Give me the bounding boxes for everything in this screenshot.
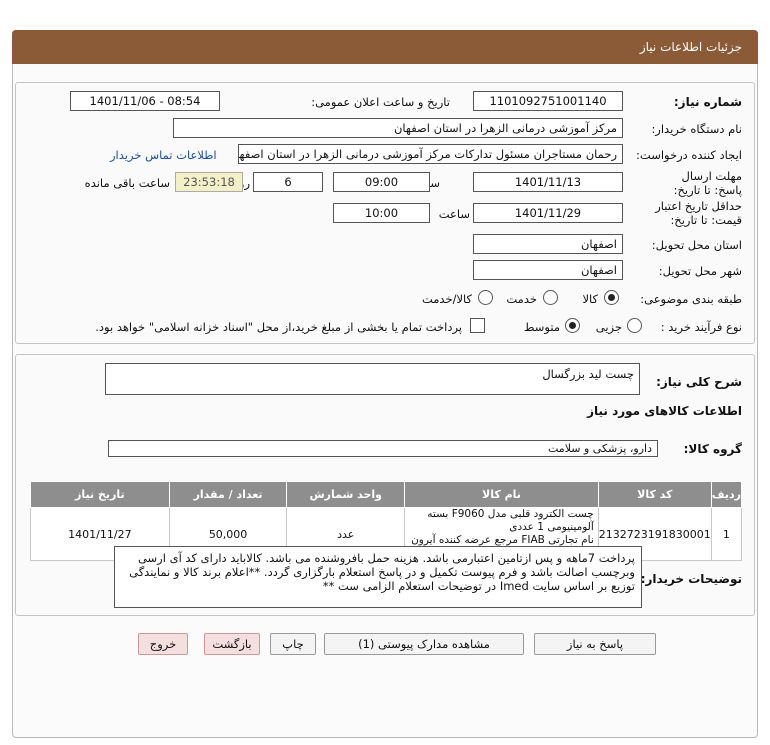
- col-name: نام کالا: [404, 481, 599, 508]
- goods-group-label: گروه کالا:: [683, 442, 742, 456]
- treasury-payment-checkbox[interactable]: [470, 318, 485, 333]
- cell-index: 1: [710, 507, 743, 561]
- category-radio-service[interactable]: [543, 290, 558, 305]
- validity-time-field: 10:00: [333, 203, 430, 223]
- city-field: اصفهان: [473, 260, 623, 280]
- announce-label: تاریخ و ساعت اعلان عمومی:: [311, 95, 450, 109]
- deadline-date-field: 1401/11/13: [473, 172, 623, 192]
- print-button[interactable]: چاپ: [270, 633, 316, 655]
- buyer-notes-field: پرداخت 7ماهه و پس ازتامین اعتبارمی باشد.…: [114, 546, 642, 608]
- category-radio-goods[interactable]: [604, 290, 619, 305]
- reply-button[interactable]: پاسخ به نیاز: [534, 633, 656, 655]
- validity-label-text: حداقل تاریخ اعتبار قیمت: تا تاریخ:: [655, 199, 742, 227]
- goods-group-field: دارو، پزشکی و سلامت: [108, 440, 658, 457]
- category-option-goods: کالا: [582, 292, 598, 306]
- category-radio-goods-service[interactable]: [478, 290, 493, 305]
- attachments-button[interactable]: مشاهده مدارک پیوستی (1): [324, 633, 524, 655]
- buyer-notes-label: توضیحات خریدار:: [640, 572, 742, 586]
- purchase-option-medium: متوسط: [523, 320, 560, 334]
- col-qty: تعداد / مقدار: [168, 481, 288, 508]
- validity-time-label: ساعت: [438, 207, 470, 221]
- province-field: اصفهان: [473, 234, 623, 254]
- validity-label: حداقل تاریخ اعتبار قیمت: تا تاریخ:: [652, 199, 742, 227]
- contact-buyer-link[interactable]: اطلاعات تماس خریدار: [110, 148, 217, 162]
- cell-name-line1: چست الکترود قلبی مدل F9060 بسته آلومینیو…: [427, 508, 594, 533]
- announce-field: 1401/11/06 - 08:54: [70, 91, 220, 111]
- col-index: ردیف: [710, 481, 743, 508]
- deadline-label: مهلت ارسال پاسخ: تا تاریخ:: [662, 169, 742, 197]
- purchase-option-minor: جزیی: [595, 320, 622, 334]
- col-code: کد کالا: [597, 481, 712, 508]
- treasury-payment-note: پرداخت تمام یا بخشی از مبلغ خرید،از محل …: [95, 320, 462, 334]
- back-button[interactable]: بازگشت: [204, 633, 260, 655]
- remaining-label: ساعت باقی مانده: [84, 176, 170, 190]
- summary-field: چست لید بزرگسال: [105, 363, 640, 395]
- deadline-label-text: مهلت ارسال پاسخ: تا تاریخ:: [673, 169, 742, 197]
- purchase-radio-minor[interactable]: [627, 318, 642, 333]
- need-number-label: شماره نیاز:: [673, 95, 742, 109]
- province-label: استان محل تحویل:: [651, 238, 742, 252]
- buyer-org-label: نام دستگاه خریدار:: [651, 122, 742, 136]
- page-title: جزئیات اطلاعات نیاز: [12, 30, 758, 64]
- days-field: 6: [253, 172, 323, 192]
- purchase-type-label: نوع فرآیند خرید :: [660, 320, 742, 334]
- buyer-org-field: مرکز آموزشی درمانی الزهرا در استان اصفها…: [173, 118, 623, 138]
- deadline-time-field: 09:00: [333, 172, 430, 192]
- exit-button[interactable]: خروج: [138, 633, 188, 655]
- col-unit: واحد شمارش: [286, 481, 406, 508]
- requester-label: ایجاد کننده درخواست:: [636, 148, 742, 162]
- col-date: تاریخ نیاز: [30, 481, 170, 508]
- city-label: شهر محل تحویل:: [658, 264, 742, 278]
- need-number-field: 1101092751001140: [473, 91, 623, 111]
- requester-field: رحمان مستاجران مسئول تداركات مرکز آموزشی…: [238, 144, 623, 164]
- category-label: طبقه بندی موضوعی:: [640, 292, 742, 306]
- validity-date-field: 1401/11/29: [473, 203, 623, 223]
- category-option-service: خدمت: [506, 292, 537, 306]
- table-header-row: ردیف کد کالا نام کالا واحد شمارش تعداد /…: [30, 481, 743, 508]
- goods-info-title: اطلاعات کالاهای مورد نیاز: [587, 404, 742, 418]
- remaining-time-field: 23:53:18: [175, 172, 243, 192]
- purchase-radio-medium[interactable]: [565, 318, 580, 333]
- summary-label: شرح کلی نیاز:: [656, 375, 742, 389]
- category-option-goods-service: کالا/خدمت: [421, 292, 472, 306]
